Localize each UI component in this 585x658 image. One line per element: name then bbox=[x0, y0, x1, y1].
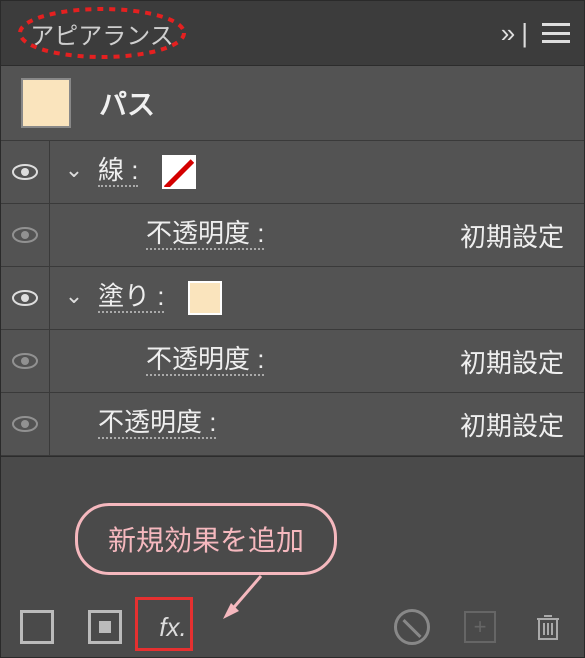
annotation-arrow-icon bbox=[221, 571, 271, 621]
panel-footer: fx. + bbox=[1, 597, 584, 657]
new-stroke-button[interactable] bbox=[17, 607, 57, 647]
visibility-icon[interactable] bbox=[11, 163, 39, 181]
stroke-opacity-row[interactable]: 不透明度 : 初期設定 bbox=[1, 204, 584, 267]
header-divider: | bbox=[521, 18, 528, 49]
panel-title: アピアランス bbox=[30, 16, 174, 51]
collapse-icon[interactable]: » bbox=[501, 18, 507, 49]
expand-toggle[interactable]: ⌄ bbox=[50, 285, 98, 311]
fill-swatch[interactable] bbox=[188, 281, 222, 315]
panel-body: パス ⌄ 線 : 不透明度 : 初期設定 ⌄ bbox=[1, 65, 584, 457]
fill-opacity-row[interactable]: 不透明度 : 初期設定 bbox=[1, 330, 584, 393]
stroke-label[interactable]: 線 : bbox=[98, 157, 138, 187]
fill-opacity-value[interactable]: 初期設定 bbox=[460, 343, 564, 380]
annotation-balloon: 新規効果を追加 bbox=[75, 503, 337, 575]
duplicate-item-button[interactable]: + bbox=[460, 607, 500, 647]
panel-tabbar: アピアランス » | bbox=[1, 1, 584, 65]
delete-item-button[interactable] bbox=[528, 607, 568, 647]
stroke-opacity-value[interactable]: 初期設定 bbox=[460, 217, 564, 254]
opacity-value[interactable]: 初期設定 bbox=[460, 406, 564, 443]
fill-label[interactable]: 塗り : bbox=[98, 283, 164, 313]
stroke-row[interactable]: ⌄ 線 : bbox=[1, 141, 584, 204]
new-fill-button[interactable] bbox=[85, 607, 125, 647]
stroke-opacity-label[interactable]: 不透明度 : bbox=[146, 220, 264, 250]
fill-row[interactable]: ⌄ 塗り : bbox=[1, 267, 584, 330]
object-swatch[interactable] bbox=[21, 78, 71, 128]
add-effect-button[interactable]: fx. bbox=[153, 607, 193, 647]
object-type-label: パス bbox=[99, 83, 155, 123]
visibility-icon[interactable] bbox=[11, 415, 39, 433]
opacity-row[interactable]: 不透明度 : 初期設定 bbox=[1, 393, 584, 456]
panel-header-controls: » | bbox=[501, 18, 570, 49]
panel-menu-icon[interactable] bbox=[542, 23, 570, 43]
object-row[interactable]: パス bbox=[1, 66, 584, 141]
appearance-panel: アピアランス » | パス ⌄ 線 : bbox=[0, 0, 585, 658]
visibility-icon[interactable] bbox=[11, 226, 39, 244]
visibility-icon[interactable] bbox=[11, 289, 39, 307]
panel-tab-appearance[interactable]: アピアランス bbox=[15, 5, 189, 61]
fill-opacity-label[interactable]: 不透明度 : bbox=[146, 346, 264, 376]
visibility-icon[interactable] bbox=[11, 352, 39, 370]
trash-icon bbox=[535, 613, 561, 641]
annotation-text: 新規効果を追加 bbox=[108, 519, 304, 559]
clear-appearance-button[interactable] bbox=[392, 607, 432, 647]
expand-toggle[interactable]: ⌄ bbox=[50, 159, 98, 185]
stroke-swatch-none[interactable] bbox=[162, 155, 196, 189]
opacity-label[interactable]: 不透明度 : bbox=[98, 409, 216, 439]
